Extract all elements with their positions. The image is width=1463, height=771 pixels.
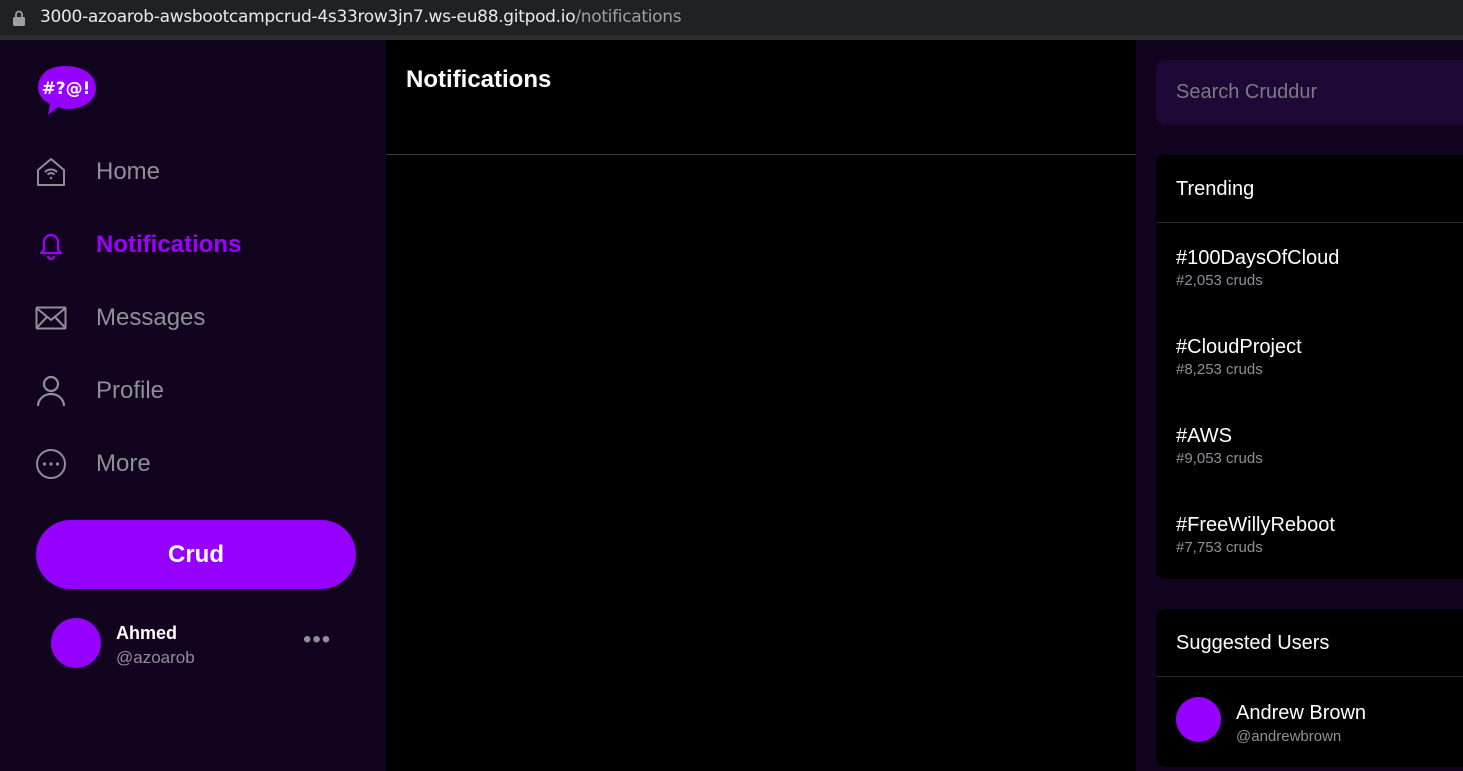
nav-label-home: Home — [96, 158, 161, 185]
browser-address-bar[interactable]: 3000-azoarob-awsbootcampcrud-4s33row3jn7… — [0, 0, 1463, 35]
person-icon — [33, 373, 69, 409]
header-divider — [386, 154, 1136, 155]
current-user-handle: @azoarob — [116, 648, 195, 667]
trending-title: Trending — [1176, 178, 1255, 200]
suggested-users-panel: Suggested Users Andrew Brown @andrewbrow… — [1156, 609, 1463, 767]
nav-label-notifications: Notifications — [96, 231, 242, 258]
suggested-user-item[interactable]: Andrew Brown @andrewbrown — [1176, 697, 1456, 745]
trending-tag: #AWS — [1176, 425, 1232, 447]
bell-icon — [33, 227, 69, 263]
trending-item[interactable]: #CloudProject #8,253 cruds — [1176, 336, 1302, 378]
suggested-user-handle: @andrewbrown — [1236, 728, 1342, 745]
trending-count: #8,253 cruds — [1176, 361, 1263, 378]
suggested-users-title: Suggested Users — [1176, 632, 1330, 654]
current-user-name: Ahmed — [116, 623, 178, 643]
sidebar: #?@! Home Notifications Messages Profile… — [0, 40, 386, 771]
url-text[interactable]: 3000-azoarob-awsbootcampcrud-4s33row3jn7… — [40, 7, 682, 27]
trending-count: #7,753 cruds — [1176, 539, 1263, 556]
nav-item-profile[interactable]: Profile — [33, 369, 164, 413]
trending-panel: Trending #100DaysOfCloud #2,053 cruds #C… — [1156, 155, 1463, 579]
right-sidebar: Trending #100DaysOfCloud #2,053 cruds #C… — [1136, 40, 1463, 771]
logo-text: #?@! — [42, 79, 91, 99]
suggested-users-divider — [1156, 676, 1463, 677]
nav-item-home[interactable]: Home — [33, 150, 160, 194]
home-icon — [33, 154, 69, 190]
nav-item-messages[interactable]: Messages — [33, 296, 205, 340]
nav-label-messages: Messages — [96, 304, 206, 331]
main-feed: Notifications — [386, 40, 1136, 771]
avatar — [51, 618, 101, 668]
nav-label-more: More — [96, 450, 151, 477]
page-title: Notifications — [406, 66, 552, 93]
nav-item-notifications[interactable]: Notifications — [33, 223, 241, 267]
more-options-icon[interactable]: ••• — [303, 628, 333, 652]
trending-tag: #100DaysOfCloud — [1176, 247, 1340, 269]
nav-item-more[interactable]: More — [33, 442, 151, 486]
trending-tag: #FreeWillyReboot — [1176, 514, 1335, 536]
trending-tag: #CloudProject — [1176, 336, 1302, 358]
ellipsis-circle-icon — [33, 446, 69, 482]
trending-divider — [1156, 222, 1463, 223]
url-path: /notifications — [575, 7, 682, 27]
search-input[interactable] — [1156, 60, 1463, 125]
trending-count: #9,053 cruds — [1176, 450, 1263, 467]
trending-item[interactable]: #100DaysOfCloud #2,053 cruds — [1176, 247, 1339, 289]
url-host: 3000-azoarob-awsbootcampcrud-4s33row3jn7… — [40, 7, 576, 27]
nav-label-profile: Profile — [96, 377, 165, 404]
trending-count: #2,053 cruds — [1176, 272, 1263, 289]
current-user-card[interactable]: Ahmed @azoarob ••• — [51, 618, 351, 670]
crud-button[interactable]: Crud — [36, 520, 356, 589]
cruddur-logo[interactable]: #?@! — [36, 64, 98, 116]
avatar — [1176, 697, 1221, 742]
envelope-icon — [33, 300, 69, 336]
lock-icon — [13, 10, 25, 26]
trending-item[interactable]: #FreeWillyReboot #7,753 cruds — [1176, 514, 1335, 556]
trending-item[interactable]: #AWS #9,053 cruds — [1176, 425, 1263, 467]
suggested-user-name: Andrew Brown — [1236, 702, 1367, 724]
